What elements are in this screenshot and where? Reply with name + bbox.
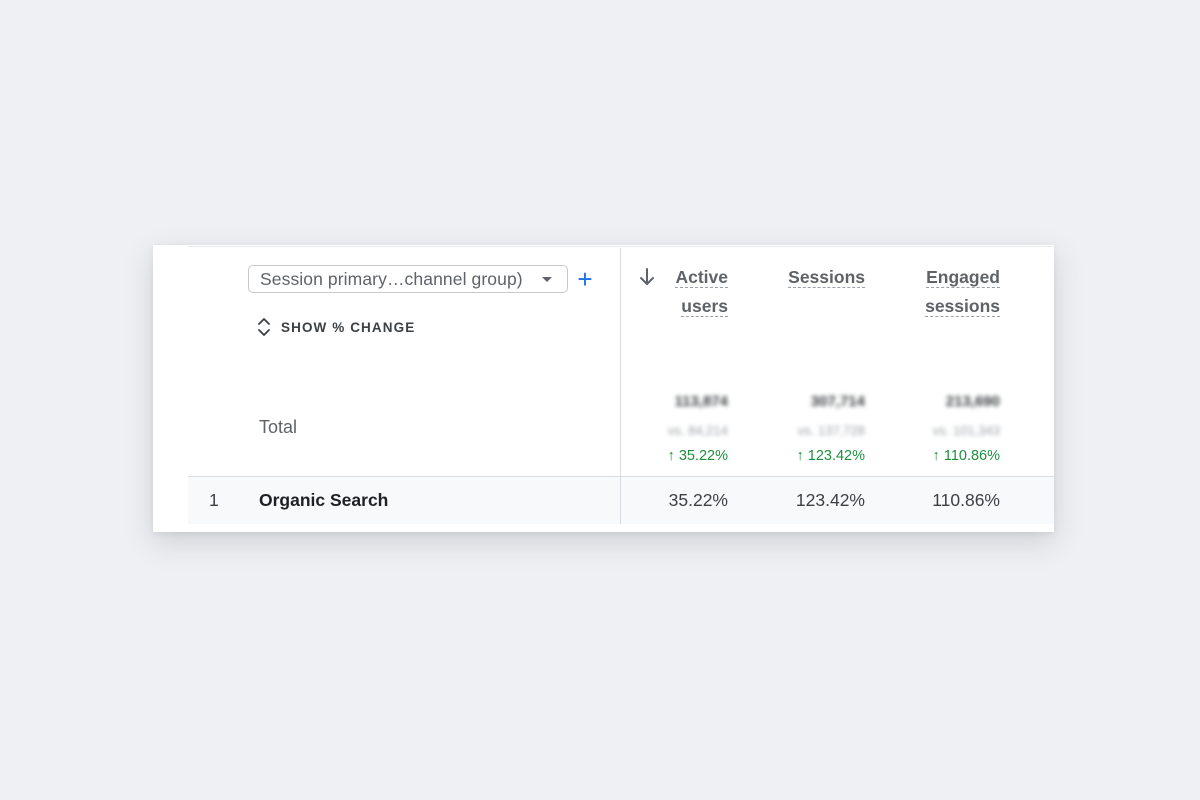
caret-down-icon [542, 277, 552, 282]
column-header-active-users[interactable]: Active users [675, 265, 728, 323]
total-change: ↑ 35.22% [668, 448, 728, 464]
column-header-label: users [681, 296, 728, 317]
total-change-value: 123.42% [807, 448, 865, 464]
column-header-label: sessions [925, 296, 1000, 317]
column-header-sessions[interactable]: Sessions [788, 265, 865, 294]
total-change-value: 35.22% [678, 448, 728, 464]
total-value: 113,874 [674, 393, 728, 410]
arrow-down-icon[interactable] [638, 267, 656, 292]
total-value: 213,690 [945, 393, 1000, 410]
row-index: 1 [209, 490, 219, 510]
row-value: 35.22% [668, 490, 728, 510]
arrow-up-icon: ↑ [932, 448, 940, 464]
unfold-icon [258, 318, 270, 336]
column-header-engaged-sessions[interactable]: Engaged sessions [925, 265, 1000, 323]
row-divider [188, 476, 1054, 477]
column-header-label: Engaged [926, 267, 1000, 288]
add-dimension-button[interactable]: + [575, 265, 595, 293]
total-comparison: vs. 101,343 [932, 423, 1000, 438]
total-change: ↑ 110.86% [933, 448, 1000, 464]
total-comparison: vs. 84,214 [668, 423, 728, 438]
column-header-label: Active [675, 267, 728, 288]
total-label: Total [259, 417, 298, 437]
row-value: 110.86% [932, 490, 1000, 510]
total-comparison: vs. 137,728 [797, 423, 865, 438]
row-dimension-value[interactable]: Organic Search [259, 490, 388, 511]
total-change: ↑ 123.42% [796, 448, 865, 464]
column-divider [620, 248, 621, 524]
column-header-label: Sessions [788, 267, 865, 288]
arrow-up-icon: ↑ [796, 448, 804, 464]
top-divider [188, 246, 1054, 247]
show-change-label: SHOW % CHANGE [281, 319, 416, 335]
report-table-card: Session primary…channel group) + SHOW % … [153, 245, 1054, 532]
total-value: 307,714 [810, 393, 865, 410]
dimension-dropdown[interactable]: Session primary…channel group) [248, 265, 568, 293]
total-change-value: 110.86% [943, 448, 1000, 464]
dimension-dropdown-label: Session primary…channel group) [260, 268, 523, 289]
arrow-up-icon: ↑ [667, 448, 675, 464]
row-value: 123.42% [795, 490, 865, 510]
show-change-toggle[interactable]: SHOW % CHANGE [257, 317, 415, 337]
